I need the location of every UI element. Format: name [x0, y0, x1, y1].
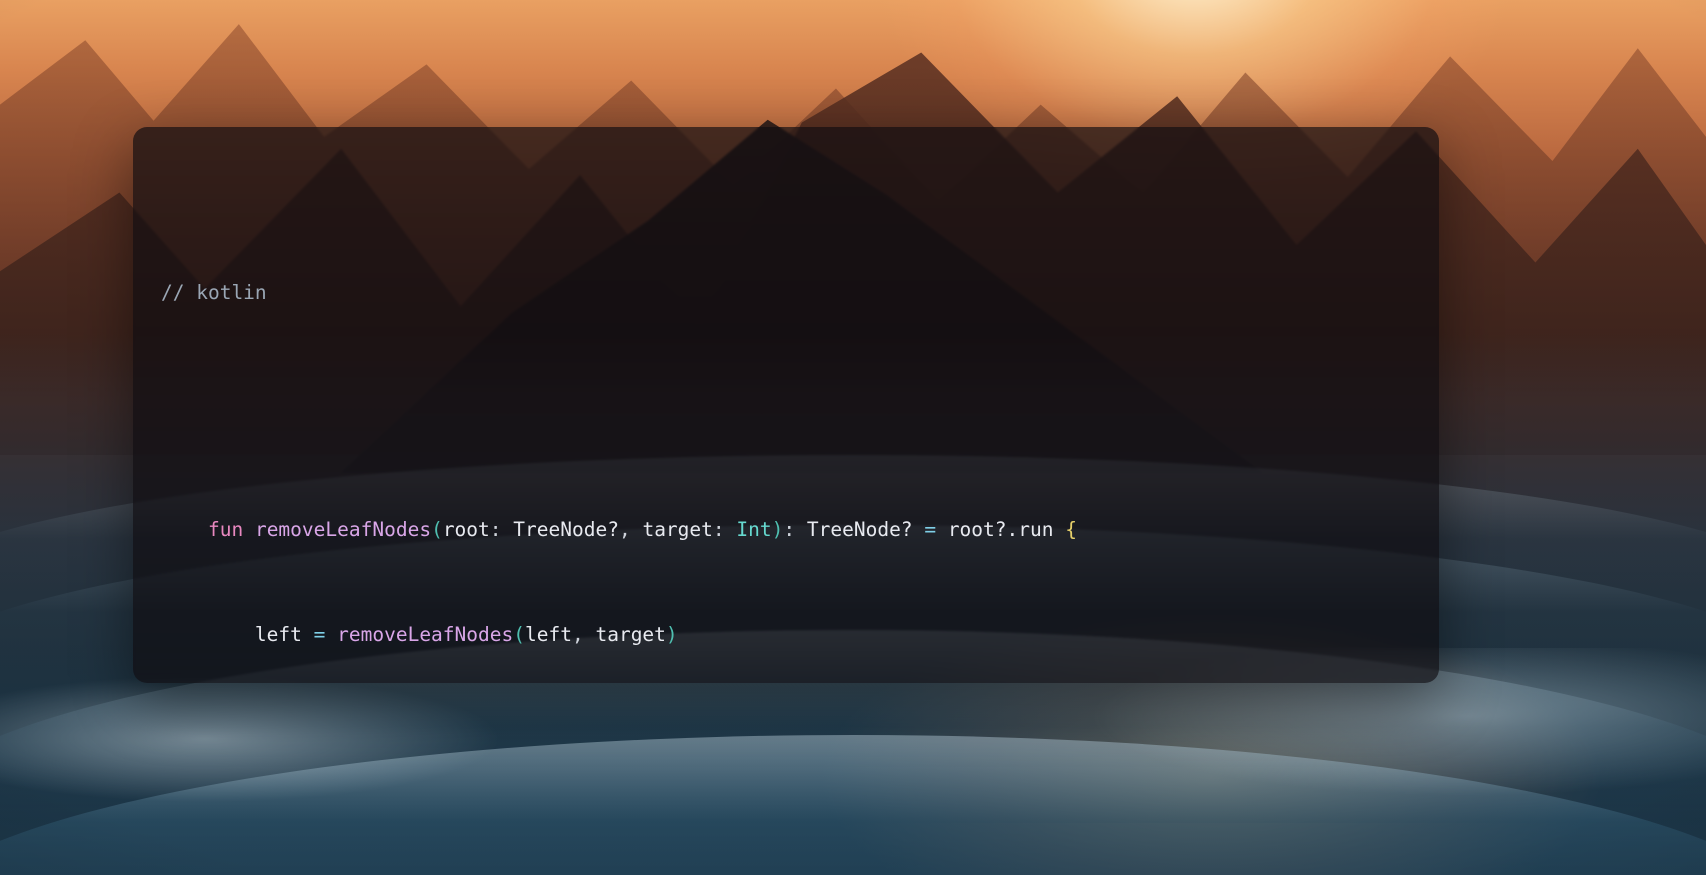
code-block: // kotlin fun removeLeafNodes(root: Tree…	[133, 175, 1439, 683]
comment-text: // kotlin	[161, 281, 267, 305]
code-card: // kotlin fun removeLeafNodes(root: Tree…	[133, 127, 1439, 683]
screenshot-root: // kotlin fun removeLeafNodes(root: Tree…	[0, 0, 1706, 875]
code-line-kotlin-1: fun removeLeafNodes(root: TreeNode?, tar…	[207, 517, 1077, 541]
code-line-kotlin-2: left = removeLeafNodes(left, target)	[254, 623, 678, 647]
code-line-kotlin-comment: // kotlin	[161, 280, 1439, 306]
